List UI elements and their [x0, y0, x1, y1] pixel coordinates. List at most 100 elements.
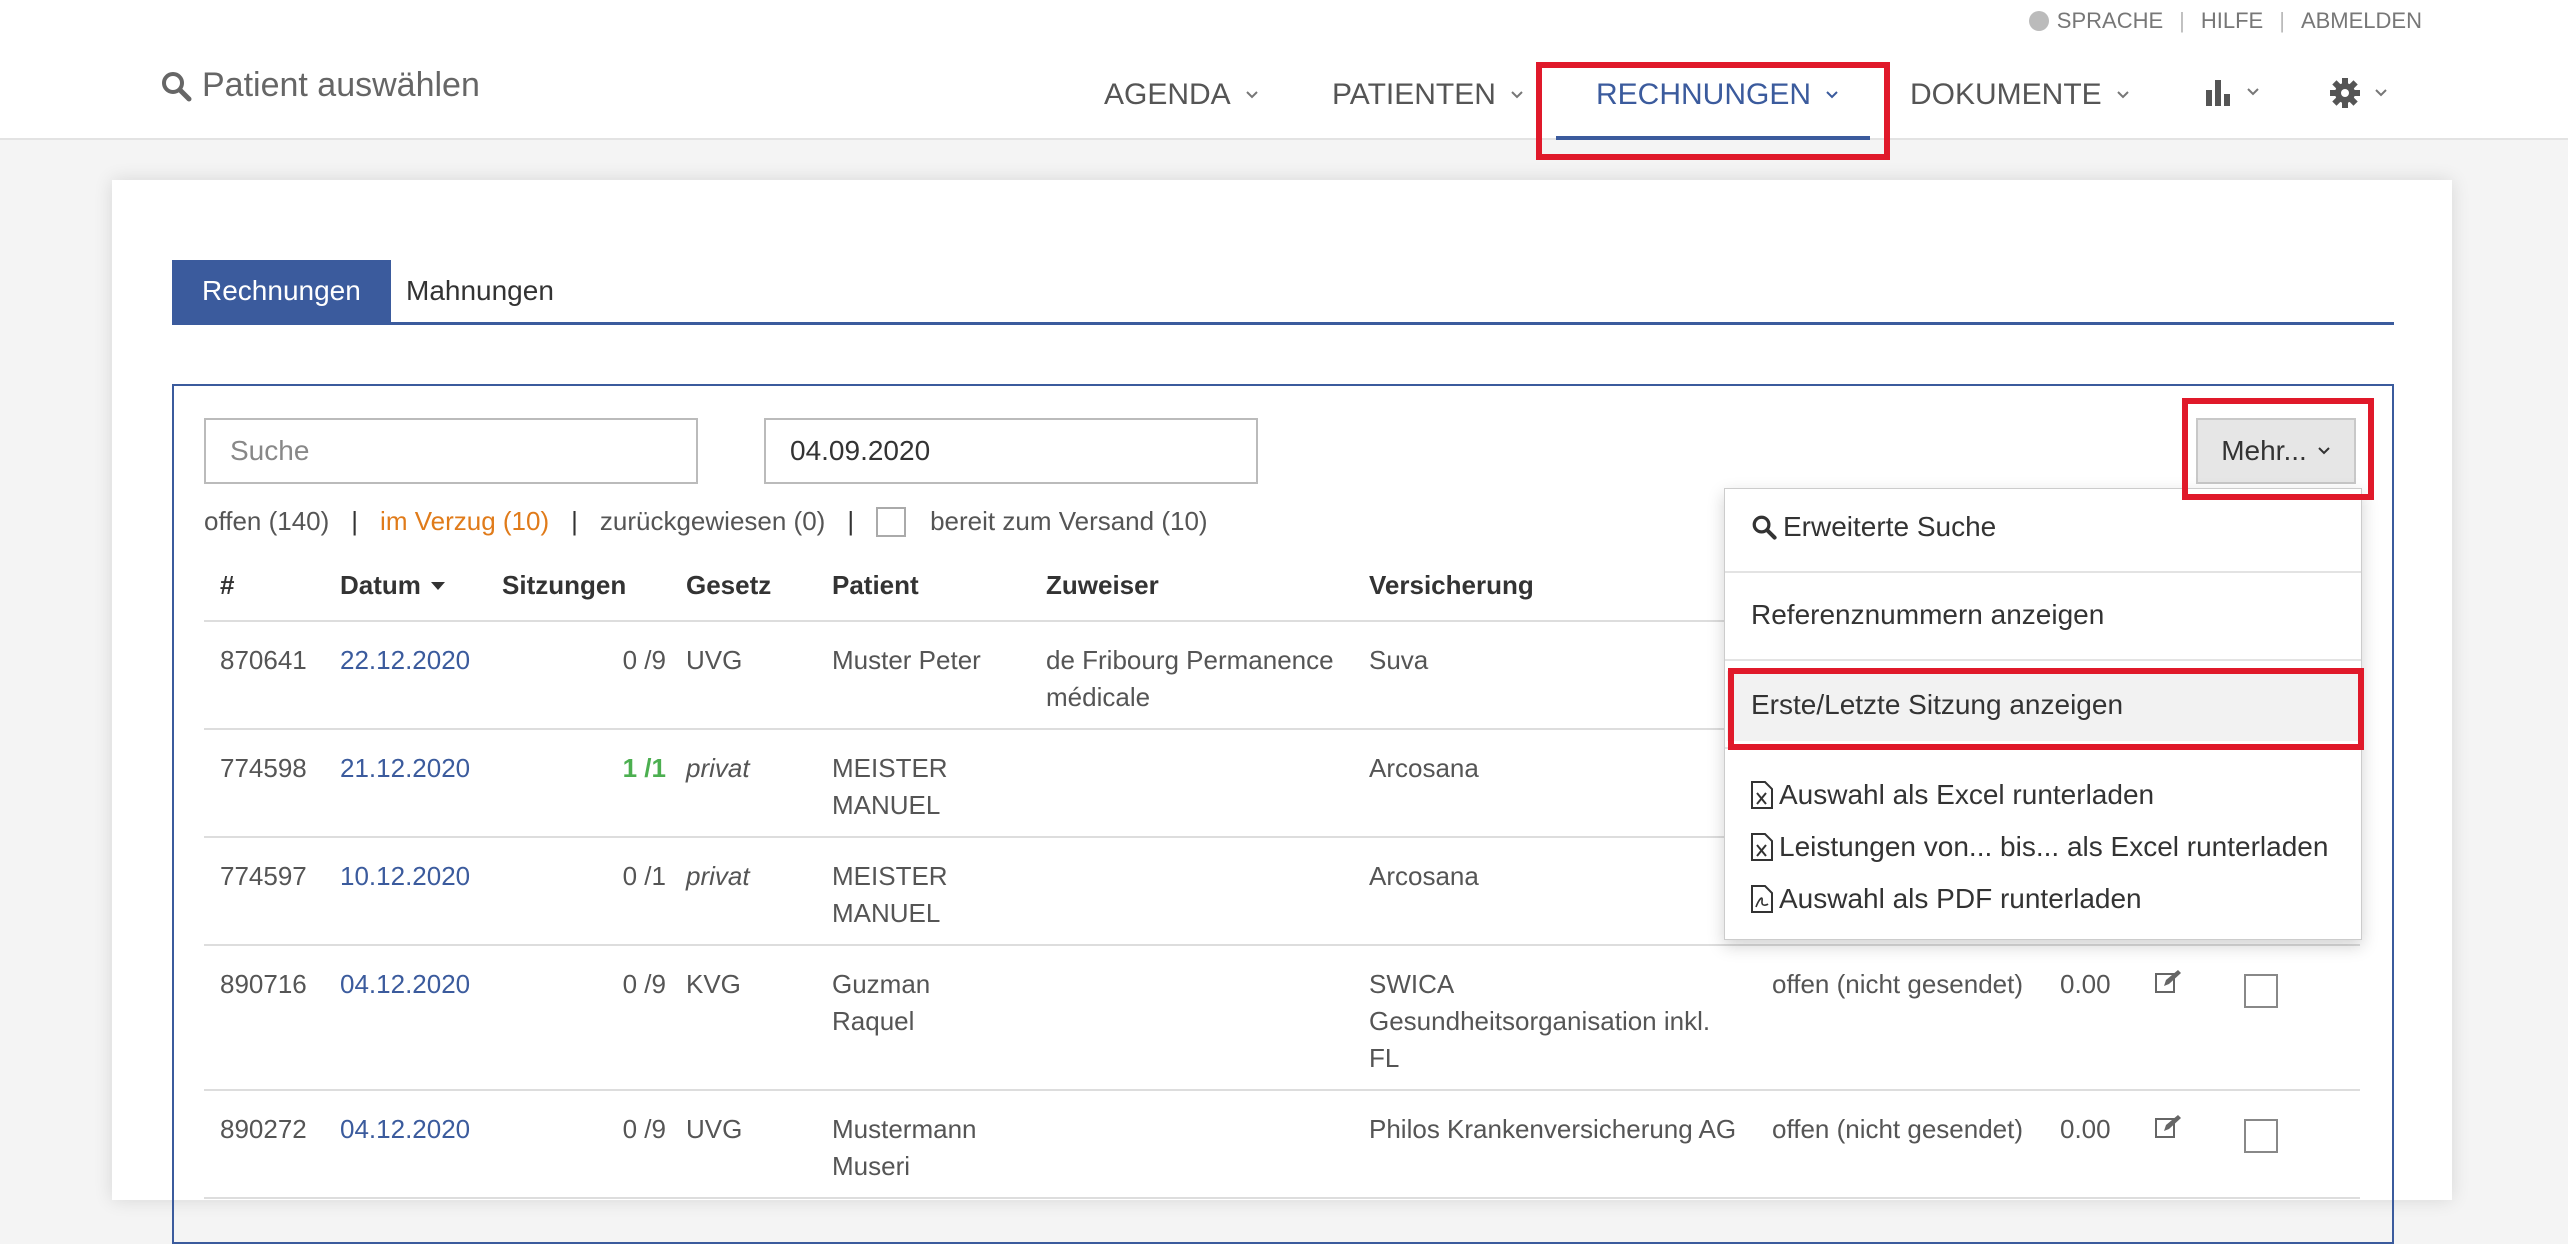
- separator: |: [2179, 8, 2185, 33]
- nav-dokumente-label: DOKUMENTE: [1910, 78, 2102, 111]
- col-sessions: Sitzungen: [502, 570, 627, 600]
- row-law: KVG: [686, 969, 741, 999]
- row-date-link[interactable]: 04.12.2020: [340, 966, 470, 1003]
- logout-link[interactable]: ABMELDEN: [2301, 8, 2422, 34]
- menu-item-advanced-search[interactable]: Erweiterte Suche: [1751, 511, 1996, 543]
- top-bar: SPRACHE | HILFE | ABMELDEN Patient auswä…: [0, 0, 2568, 140]
- sort-desc-icon: [430, 581, 445, 590]
- help-link[interactable]: HILFE: [2201, 8, 2263, 34]
- menu-item-first-last-session[interactable]: Erste/Letzte Sitzung anzeigen: [1751, 689, 2123, 721]
- chevron-down-icon: [2318, 447, 2330, 455]
- row-date-link[interactable]: 10.12.2020: [340, 858, 470, 895]
- row-id: 870641: [220, 645, 307, 675]
- row-patient: MANUEL: [832, 898, 941, 928]
- globe-icon: [2028, 11, 2049, 31]
- col-patient: Patient: [832, 570, 919, 600]
- row-amount: 0.00: [2060, 1114, 2111, 1144]
- separator: |: [351, 506, 359, 536]
- nav-dokumente[interactable]: DOKUMENTE: [1910, 78, 2130, 112]
- nav-patienten[interactable]: PATIENTEN: [1332, 78, 1524, 112]
- row-date-link[interactable]: 22.12.2020: [340, 642, 470, 679]
- row-insurance: Arcosana: [1369, 753, 1479, 783]
- menu-item-pdf-download[interactable]: Auswahl als PDF runterladen: [1751, 883, 2142, 915]
- col-date[interactable]: Datum: [340, 570, 445, 601]
- row-id: 890272: [220, 1114, 307, 1144]
- row-referrer: de Fribourg Permanence: [1046, 645, 1334, 675]
- row-law: privat: [686, 753, 750, 783]
- table-row[interactable]: 890716 04.12.2020 0 /9 KVG Guzman Raquel…: [204, 946, 2360, 1091]
- row-id: 774597: [220, 861, 307, 891]
- row-insurance: Suva: [1369, 645, 1429, 675]
- col-insurance: Versicherung: [1369, 570, 1534, 600]
- menu-item-label: Auswahl als Excel runterladen: [1779, 779, 2155, 810]
- row-sessions: 0 /9: [622, 969, 666, 999]
- edit-icon[interactable]: [2154, 1113, 2182, 1141]
- row-id: 774598: [220, 753, 307, 783]
- row-patient: MEISTER: [832, 861, 948, 891]
- row-law: UVG: [686, 645, 743, 675]
- chevron-down-icon: [2116, 91, 2129, 99]
- row-law: privat: [686, 861, 750, 891]
- date-filter-input[interactable]: 04.09.2020: [764, 418, 1258, 484]
- filter-ready[interactable]: bereit zum Versand (10): [930, 506, 1207, 537]
- more-button[interactable]: Mehr...: [2196, 418, 2356, 484]
- chevron-down-icon: [1826, 91, 1838, 99]
- row-status: offen (nicht gesendet): [1772, 1114, 2024, 1144]
- chevron-down-icon: [2375, 89, 2387, 97]
- active-nav-underline: [1556, 136, 1870, 140]
- row-patient: Raquel: [832, 1006, 915, 1036]
- edit-icon[interactable]: [2154, 968, 2182, 996]
- table-row[interactable]: 890272 04.12.2020 0 /9 UVG Mustermann Mu…: [204, 1091, 2360, 1199]
- filter-rejected[interactable]: zurückgewiesen (0): [600, 506, 825, 537]
- row-select-checkbox[interactable]: [2244, 974, 2278, 1008]
- main-nav: AGENDA PATIENTEN RECHNUNGEN DOKUMENTE: [0, 60, 2568, 138]
- row-patient: Museri: [832, 1151, 911, 1181]
- search-icon: [1752, 515, 1777, 540]
- col-law: Gesetz: [686, 570, 772, 600]
- ready-checkbox[interactable]: [876, 506, 907, 537]
- tab-mahnungen[interactable]: Mahnungen: [376, 260, 584, 322]
- nav-rechnungen[interactable]: RECHNUNGEN: [1596, 78, 1839, 112]
- row-id: 890716: [220, 969, 307, 999]
- nav-agenda-label: AGENDA: [1104, 78, 1231, 111]
- row-date-link[interactable]: 21.12.2020: [340, 750, 470, 787]
- row-sessions: 0 /9: [622, 1114, 666, 1144]
- menu-divider: [1725, 571, 2361, 573]
- language-link[interactable]: SPRACHE: [2057, 8, 2163, 34]
- chevron-down-icon: [2247, 88, 2259, 96]
- row-select-checkbox[interactable]: [2244, 1119, 2278, 1153]
- row-patient: MANUEL: [832, 790, 941, 820]
- col-date-label: Datum: [340, 570, 421, 600]
- nav-settings[interactable]: [2330, 78, 2388, 108]
- col-number: #: [220, 570, 235, 600]
- more-dropdown-menu: Erweiterte Suche Referenznummern anzeige…: [1724, 488, 2362, 940]
- nav-agenda[interactable]: AGENDA: [1104, 78, 1259, 112]
- menu-item-label: Auswahl als PDF runterladen: [1779, 883, 2142, 914]
- row-status: offen (nicht gesendet): [1772, 969, 2024, 999]
- filter-overdue[interactable]: im Verzug (10): [380, 506, 549, 537]
- nav-patienten-label: PATIENTEN: [1332, 78, 1496, 111]
- nav-statistics[interactable]: [2204, 78, 2260, 106]
- row-insurance: Philos Krankenversicherung AG: [1369, 1114, 1737, 1144]
- menu-item-label: Leistungen von... bis... als Excel runte…: [1779, 831, 2329, 862]
- menu-item-excel-download[interactable]: Auswahl als Excel runterladen: [1751, 779, 2154, 811]
- bar-chart-icon: [2206, 80, 2230, 106]
- row-patient: Muster Peter: [832, 645, 981, 675]
- separator: |: [571, 506, 578, 536]
- pdf-file-icon: [1751, 885, 1773, 913]
- separator: |: [847, 506, 855, 536]
- row-date-link[interactable]: 04.12.2020: [340, 1111, 470, 1148]
- menu-item-label: Erweiterte Suche: [1783, 511, 1997, 542]
- chevron-down-icon: [1245, 91, 1258, 99]
- gear-icon: [2330, 78, 2360, 108]
- row-insurance: Gesundheitsorganisation inkl.: [1369, 1006, 1711, 1036]
- menu-item-services-excel[interactable]: Leistungen von... bis... als Excel runte…: [1751, 831, 2328, 863]
- col-referrer: Zuweiser: [1046, 570, 1159, 600]
- menu-divider: [1725, 747, 2361, 749]
- filter-open[interactable]: offen (140): [204, 506, 329, 537]
- tab-rechnungen[interactable]: Rechnungen: [172, 260, 391, 322]
- menu-item-reference-numbers[interactable]: Referenznummern anzeigen: [1751, 599, 2104, 631]
- excel-file-icon: [1751, 781, 1773, 809]
- search-input[interactable]: [204, 418, 698, 484]
- row-patient: Guzman: [832, 969, 931, 999]
